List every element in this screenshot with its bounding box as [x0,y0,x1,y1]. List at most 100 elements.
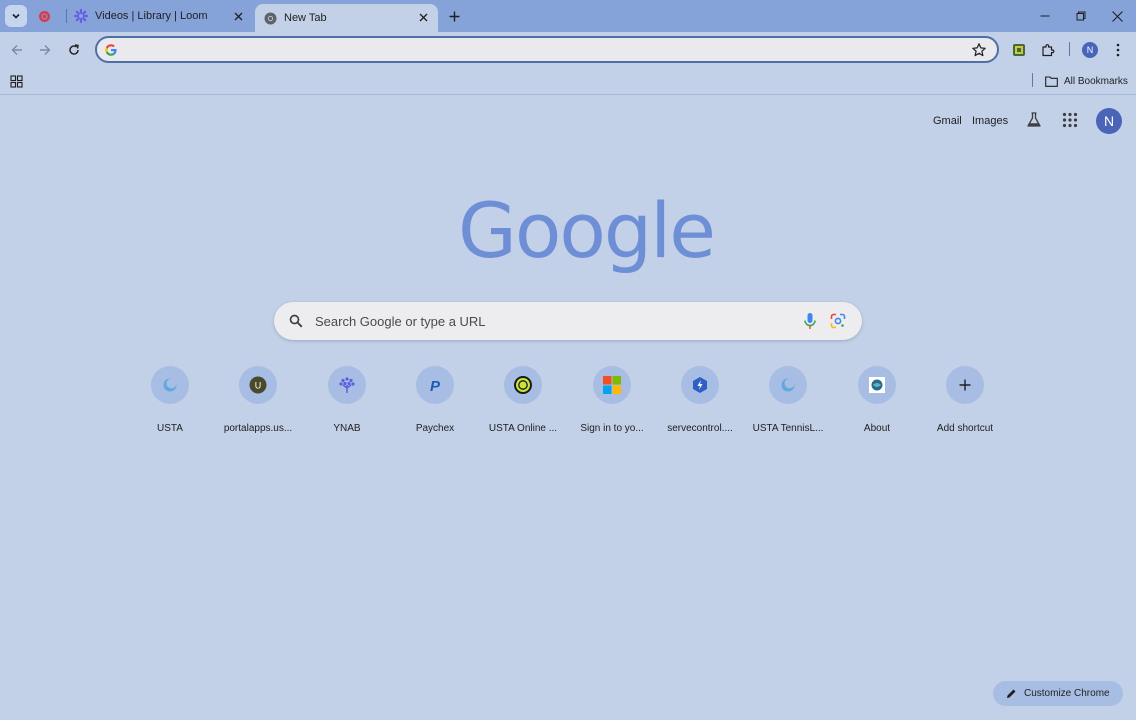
address-input[interactable] [126,39,997,60]
about-icon [869,377,885,393]
account-avatar[interactable]: N [1096,108,1122,134]
restore-button[interactable] [1063,0,1099,32]
shortcut-tile [769,366,807,404]
shortcut-tile [858,366,896,404]
shortcuts-grid: USTA U portalapps.us... YNAB P Paychex U… [126,362,1010,442]
avatar: N [1082,42,1098,58]
restore-icon [1076,11,1086,21]
chevron-down-icon [12,13,20,19]
tab-title: Videos | Library | Loom [95,10,208,22]
plus-icon [959,379,971,391]
pencil-icon [1007,689,1016,698]
tab-loom[interactable]: Videos | Library | Loom [67,0,253,32]
shortcut-ynab[interactable]: YNAB [303,362,391,442]
add-shortcut-button[interactable]: Add shortcut [921,362,1009,442]
shortcut-tile [504,366,542,404]
tennis-ball-icon [514,376,532,394]
svg-text:P: P [430,378,441,393]
shortcut-label: YNAB [333,423,361,434]
all-bookmarks-button[interactable]: All Bookmarks [1045,72,1128,90]
shortcut-about[interactable]: About [833,362,921,442]
bookmarks-separator [1032,73,1033,87]
servecontrol-icon [693,377,707,393]
extension-button[interactable] [1006,37,1032,63]
usta-tennislink-icon [781,378,795,392]
apps-shortcut-button[interactable] [7,72,25,90]
shortcut-label: portalapps.us... [223,423,293,434]
arrow-left-icon [11,45,22,55]
recording-icon [38,9,52,23]
shortcut-label: Paychex [415,423,455,434]
bookmarks-bar: All Bookmarks [0,68,1136,95]
shortcut-servecontrol[interactable]: servecontrol.... [656,362,744,442]
reload-icon [69,44,79,55]
google-apps-icon[interactable] [1062,112,1078,128]
shortcut-label: Sign in to yo... [580,423,644,434]
shortcut-label: servecontrol.... [667,423,733,434]
chrome-icon [263,11,277,25]
shortcut-label: Add shortcut [936,423,994,434]
shortcut-label: About [863,423,891,434]
bookmark-star-icon[interactable] [971,42,987,58]
toolbar: N [0,32,1136,68]
shortcut-label: USTA TennisL... [752,423,824,434]
shortcut-usta[interactable]: USTA [126,362,214,442]
shortcut-paychex[interactable]: P Paychex [391,362,479,442]
shortcut-sign-in[interactable]: Sign in to yo... [568,362,656,442]
ynab-icon [339,377,355,393]
all-bookmarks-label: All Bookmarks [1064,75,1128,87]
arrow-right-icon [40,45,51,55]
shortcut-usta-online[interactable]: USTA Online ... [479,362,567,442]
portalapps-icon: U [249,376,267,394]
minimize-button[interactable] [1027,0,1063,32]
reload-button[interactable] [61,37,87,63]
shortcut-portalapps[interactable]: U portalapps.us... [214,362,302,442]
extension-app-icon [1013,44,1025,56]
more-vert-icon [1116,43,1120,57]
search-placeholder: Search Google or type a URL [315,314,486,329]
chrome-menu-button[interactable] [1105,37,1131,63]
address-bar[interactable] [95,36,999,63]
back-button[interactable] [4,37,30,63]
paychex-icon: P [430,378,441,393]
shortcut-tile: U [239,366,277,404]
new-tab-button[interactable] [445,7,463,25]
shortcut-tile [946,366,984,404]
close-tab-icon[interactable] [231,9,245,23]
tab-strip: Videos | Library | Loom New Tab [0,0,1136,32]
shortcut-label: USTA Online ... [488,423,558,434]
plus-icon [449,11,459,21]
search-icon [289,314,303,328]
minimize-icon [1040,15,1050,17]
microsoft-icon [603,376,621,394]
shortcut-usta-tennislink[interactable]: USTA TennisL... [744,362,832,442]
forward-button[interactable] [32,37,58,63]
extensions-menu-button[interactable] [1035,37,1061,63]
close-window-button[interactable] [1099,0,1135,32]
google-lens-icon[interactable] [830,313,846,329]
ntp-search-box[interactable]: Search Google or type a URL [274,302,862,340]
google-logo: Google [458,186,716,275]
shortcut-tile [151,366,189,404]
toolbar-divider [1069,42,1070,56]
labs-flask-icon[interactable] [1025,111,1043,129]
profile-button[interactable]: N [1077,37,1103,63]
close-tab-icon[interactable] [416,10,430,24]
apps-grid-icon [9,74,23,88]
customize-chrome-button[interactable]: Customize Chrome [993,681,1123,706]
shortcut-tile [681,366,719,404]
puzzle-icon [1042,44,1055,57]
tab-new-tab[interactable]: New Tab [255,4,438,32]
customize-label: Customize Chrome [1024,688,1110,699]
voice-search-icon[interactable] [803,312,817,330]
images-link[interactable]: Images [972,115,1008,127]
shortcut-tile [328,366,366,404]
tab-pinned[interactable] [34,0,62,32]
usta-icon [163,378,177,392]
loom-icon [74,9,88,23]
tab-search-button[interactable] [5,5,27,27]
browser-window: Videos | Library | Loom New Tab N All Bo… [0,0,1136,720]
folder-icon [1045,75,1058,87]
gmail-link[interactable]: Gmail [933,115,962,127]
shortcut-label: USTA [157,423,183,434]
